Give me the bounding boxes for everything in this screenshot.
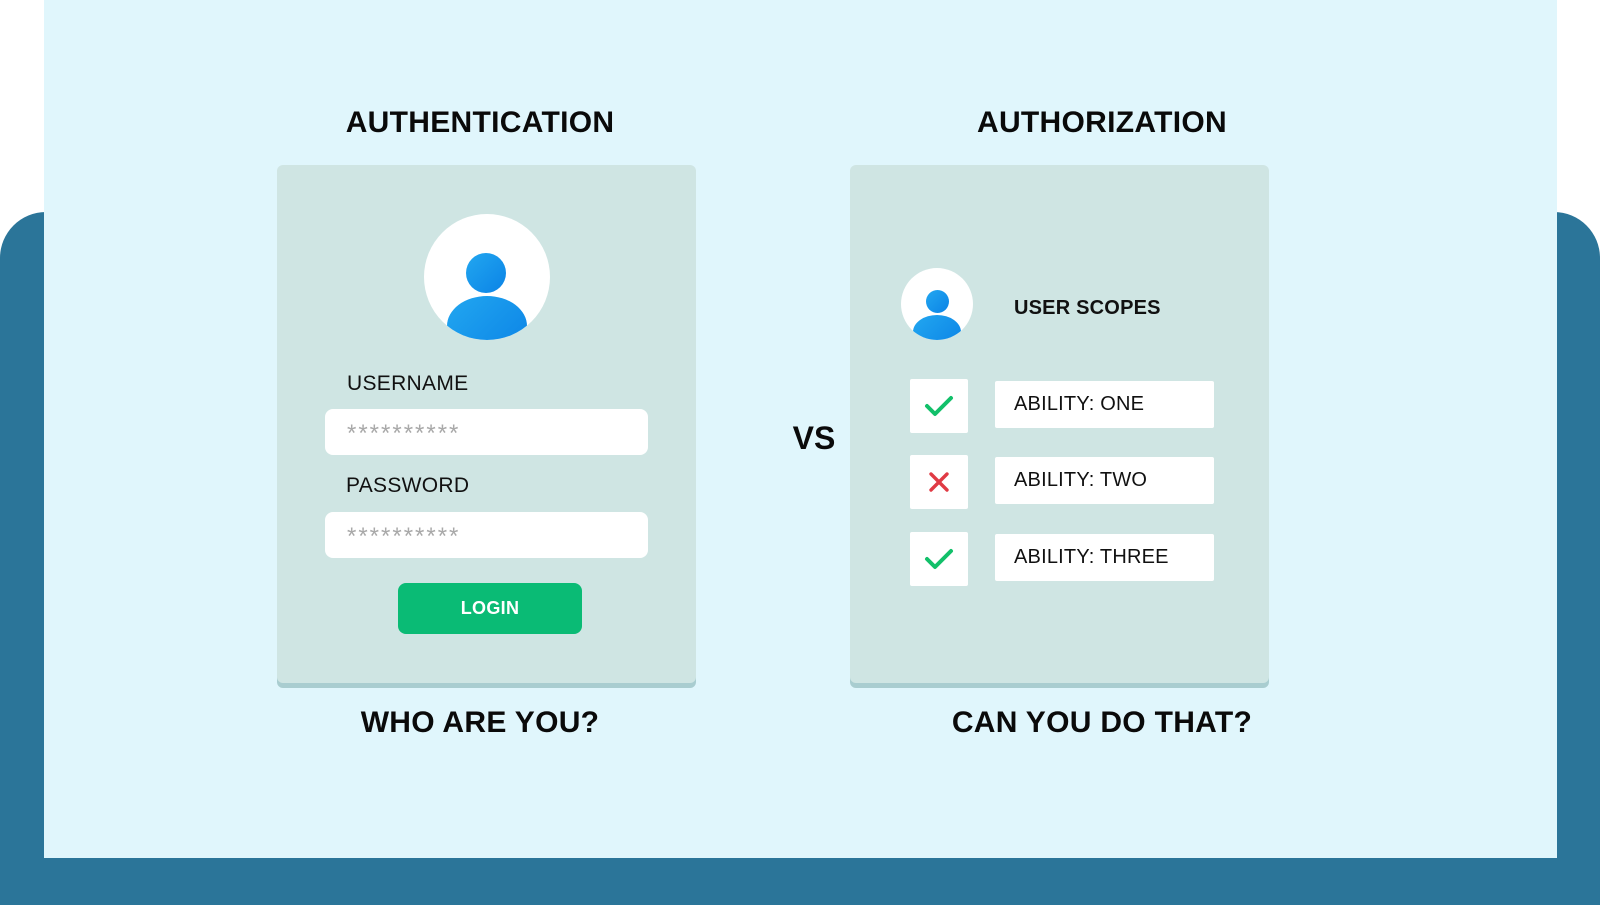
ability-label: ABILITY: THREE — [995, 534, 1214, 581]
scope-row: ABILITY: ONE — [910, 379, 1216, 433]
authorization-title: AUTHORIZATION — [977, 106, 1227, 139]
cross-icon — [929, 472, 949, 492]
password-label: PASSWORD — [346, 474, 470, 497]
authorization-caption: CAN YOU DO THAT? — [951, 706, 1253, 739]
authentication-title: AUTHENTICATION — [345, 106, 615, 139]
user-scopes-label: USER SCOPES — [1014, 297, 1161, 319]
scope-checkbox[interactable] — [910, 532, 968, 586]
scope-row: ABILITY: TWO — [910, 455, 1216, 509]
scope-checkbox[interactable] — [910, 455, 968, 509]
check-icon — [925, 396, 953, 416]
scopes-card: USER SCOPES ABILITY: ONE ABILITY: TWO AB… — [850, 165, 1269, 683]
diagram-panel: AUTHENTICATION USERNAME ********** PASSW… — [44, 0, 1557, 858]
ability-label: ABILITY: ONE — [995, 381, 1214, 428]
scope-row: ABILITY: THREE — [910, 532, 1216, 586]
check-icon — [925, 549, 953, 569]
username-input[interactable]: ********** — [325, 409, 648, 455]
user-avatar-icon — [424, 214, 550, 340]
scope-checkbox[interactable] — [910, 379, 968, 433]
ability-label: ABILITY: TWO — [995, 457, 1214, 504]
user-avatar-icon — [901, 268, 973, 340]
login-card: USERNAME ********** PASSWORD ********** … — [277, 165, 696, 683]
password-input[interactable]: ********** — [325, 512, 648, 558]
username-label: USERNAME — [347, 372, 469, 395]
authentication-caption: WHO ARE YOU? — [360, 706, 600, 739]
versus-label: VS — [792, 420, 836, 456]
login-button[interactable]: LOGIN — [398, 583, 582, 634]
